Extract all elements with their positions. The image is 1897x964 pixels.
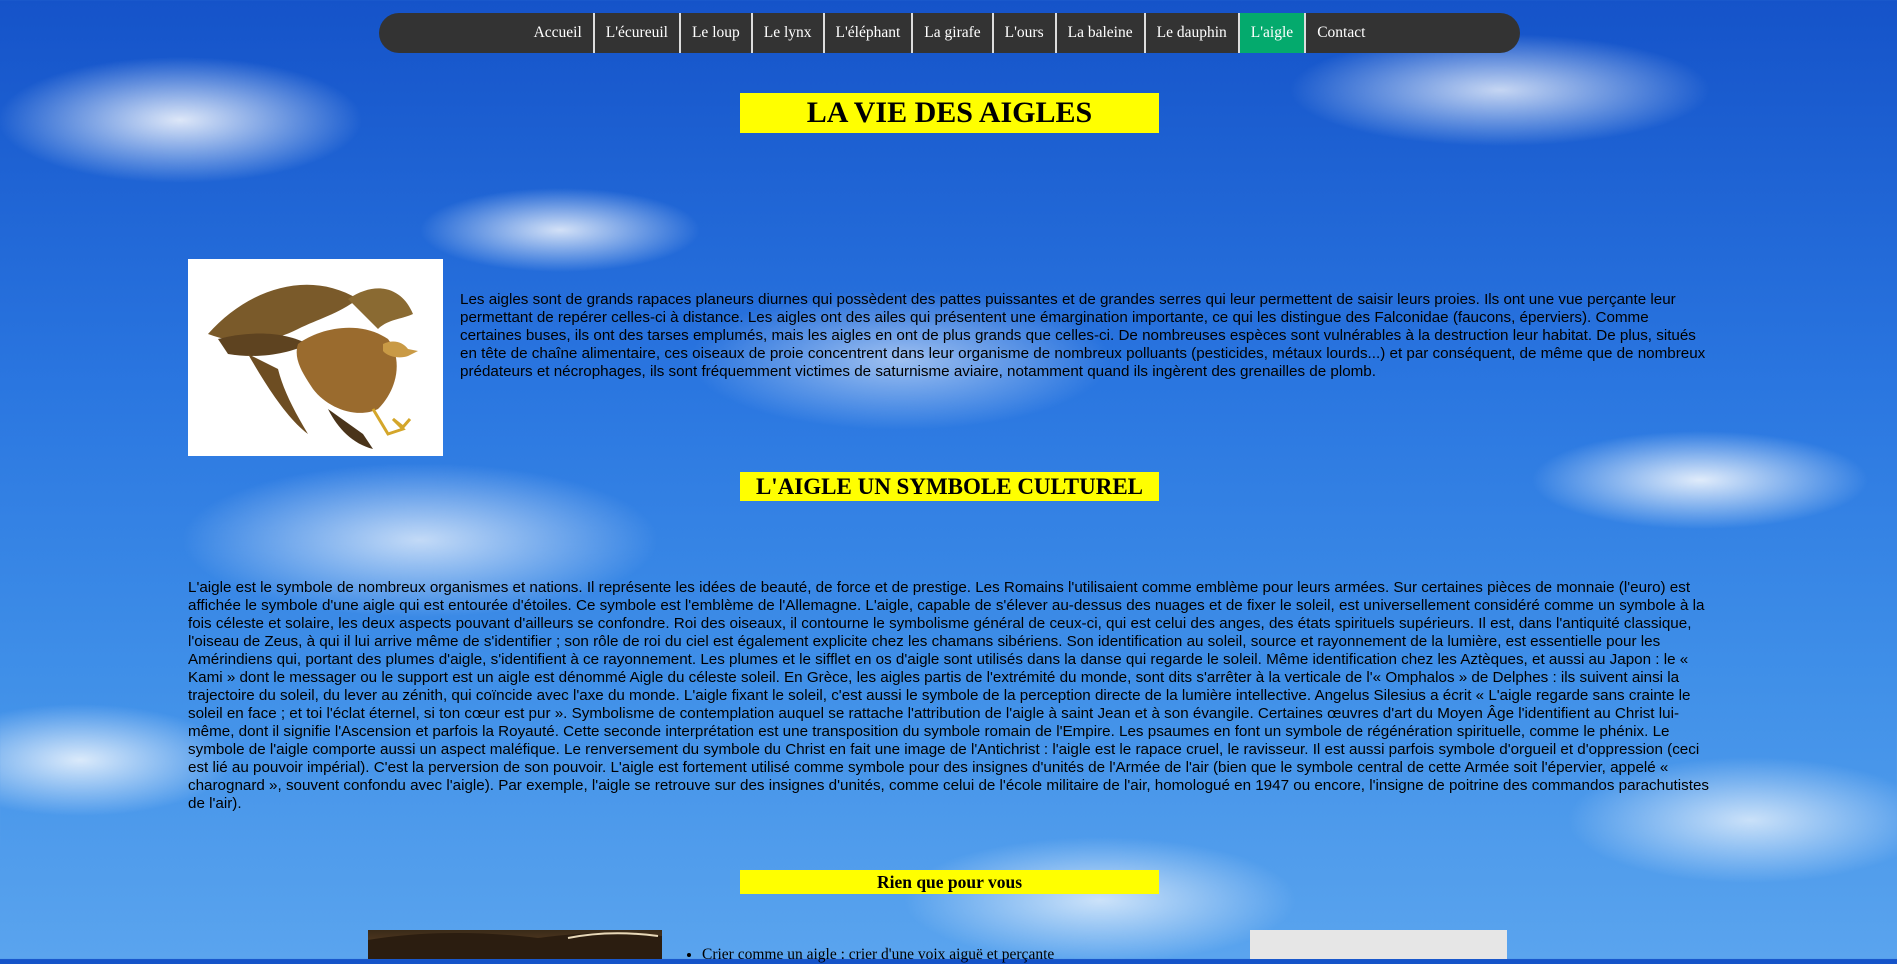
- nav-item-lynx[interactable]: Le lynx: [753, 13, 825, 53]
- nav-item-ours[interactable]: L'ours: [994, 13, 1057, 53]
- eagle-photo: [368, 930, 662, 959]
- nav-item-dauphin[interactable]: Le dauphin: [1146, 13, 1240, 53]
- list-item: Crier comme un aigle : crier d'une voix …: [702, 946, 1054, 964]
- nav-item-ecureuil[interactable]: L'écureuil: [595, 13, 681, 53]
- eagle-illustration: [188, 259, 443, 456]
- section-title-symbole: L'AIGLE UN SYMBOLE CULTUREL: [740, 472, 1159, 501]
- expressions-list: Crier comme un aigle : crier d'une voix …: [680, 946, 1054, 964]
- section-title-rien-que-pour-vous: Rien que pour vous: [740, 870, 1159, 894]
- nav-item-girafe[interactable]: La girafe: [913, 13, 994, 53]
- nav-item-elephant[interactable]: L'éléphant: [825, 13, 914, 53]
- nav-item-aigle[interactable]: L'aigle: [1239, 13, 1307, 53]
- main-nav: Accueil L'écureuil Le loup Le lynx L'élé…: [379, 13, 1520, 53]
- nav-item-loup[interactable]: Le loup: [681, 13, 753, 53]
- eagle-image: [188, 259, 443, 456]
- nav-item-contact[interactable]: Contact: [1306, 13, 1376, 53]
- nav-item-baleine[interactable]: La baleine: [1057, 13, 1146, 53]
- symbole-paragraph: L'aigle est le symbole de nombreux organ…: [188, 579, 1709, 812]
- nav-item-accueil[interactable]: Accueil: [523, 13, 595, 53]
- side-panel: [1250, 930, 1507, 959]
- page-title: LA VIE DES AIGLES: [740, 93, 1159, 133]
- intro-paragraph: Les aigles sont de grands rapaces planeu…: [460, 291, 1706, 380]
- eagle-photo-graphic: [368, 932, 662, 959]
